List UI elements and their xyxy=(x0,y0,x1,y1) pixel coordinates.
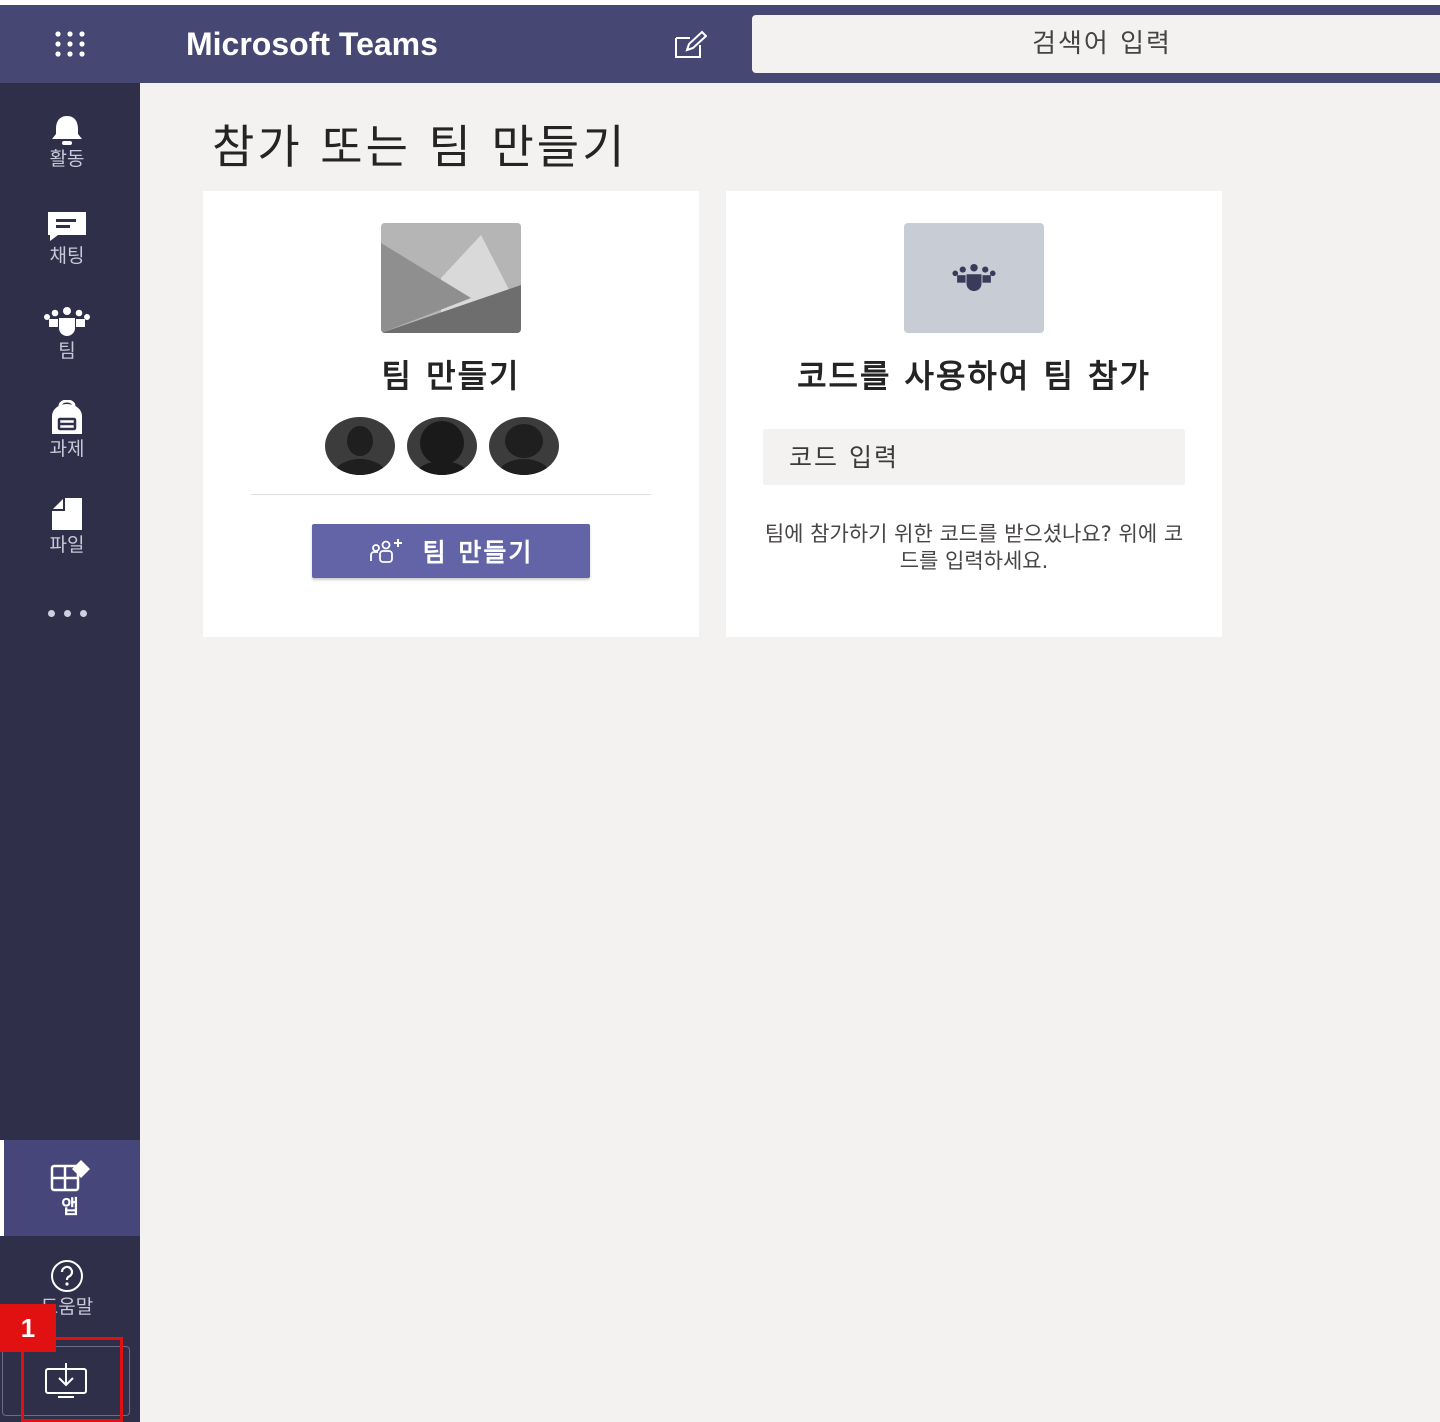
person-icon xyxy=(334,426,386,475)
person-icon xyxy=(498,424,550,475)
dot xyxy=(63,609,71,617)
create-team-button[interactable]: 팀 만들기 xyxy=(312,524,590,578)
avatar xyxy=(407,417,477,475)
team-image-placeholder xyxy=(381,223,521,333)
create-team-heading: 팀 만들기 xyxy=(381,357,521,395)
download-desktop-app-button[interactable] xyxy=(2,1346,130,1416)
bell-icon xyxy=(52,116,82,145)
avatar xyxy=(325,417,395,475)
annotation-badge: 1 xyxy=(0,1304,56,1352)
rail-item-teams[interactable]: 팀 xyxy=(0,289,134,379)
help-icon xyxy=(51,1260,83,1292)
app-launcher-button[interactable] xyxy=(0,5,140,83)
new-chat-button[interactable] xyxy=(668,25,712,65)
main-content: 참가 또는 팀 만들기 팀 만들기 팀 만들기 코드를 사용하여 팀 참가 코드… xyxy=(140,83,1440,1422)
title-bar: Microsoft Teams xyxy=(0,5,1440,83)
rail-item-label: 팀 xyxy=(58,340,76,362)
teams-icon xyxy=(44,307,90,336)
more-apps-button[interactable] xyxy=(0,593,134,633)
backpack-icon xyxy=(52,400,82,434)
avatar-group xyxy=(325,417,577,475)
rail-item-files[interactable]: 파일 xyxy=(0,481,134,571)
rail-item-label: 과제 xyxy=(49,438,85,460)
create-team-card: 팀 만들기 팀 만들기 xyxy=(203,191,699,637)
rail-item-apps[interactable]: 앱 xyxy=(0,1140,140,1236)
rail-item-label: 채팅 xyxy=(49,245,85,267)
rail-item-label: 앱 xyxy=(61,1196,79,1218)
join-help-text: 팀에 참가하기 위한 코드를 받으셨나요? 위에 코드를 입력하세요. xyxy=(764,522,1184,573)
file-icon xyxy=(52,498,82,530)
page-title: 참가 또는 팀 만들기 xyxy=(212,120,628,174)
join-team-image xyxy=(904,223,1044,333)
join-team-heading: 코드를 사용하여 팀 참가 xyxy=(797,357,1151,395)
person-icon xyxy=(416,421,468,475)
rail-item-activity[interactable]: 활동 xyxy=(0,97,134,187)
avatar xyxy=(489,417,559,475)
dot xyxy=(79,609,87,617)
rail-item-label: 활동 xyxy=(49,148,85,170)
divider xyxy=(251,494,651,495)
app-bar: 활동 채팅 팀 과제 파일 앱 도움말 xyxy=(0,83,140,1422)
image-icon xyxy=(381,223,521,333)
chat-icon xyxy=(48,212,86,241)
download-icon xyxy=(45,1363,87,1398)
rail-item-assignments[interactable]: 과제 xyxy=(0,385,134,475)
rail-item-label: 파일 xyxy=(49,534,85,556)
rail-item-chat[interactable]: 채팅 xyxy=(0,193,134,283)
join-team-card: 코드를 사용하여 팀 참가 팀에 참가하기 위한 코드를 받으셨나요? 위에 코… xyxy=(726,191,1222,637)
teams-icon xyxy=(952,263,996,292)
search-input[interactable] xyxy=(752,15,1440,73)
compose-icon xyxy=(675,30,707,58)
waffle-icon xyxy=(55,31,85,57)
create-team-button-label: 팀 만들기 xyxy=(422,538,534,567)
app-title: Microsoft Teams xyxy=(186,26,438,62)
dot xyxy=(47,609,55,617)
add-team-icon xyxy=(369,539,402,563)
apps-icon xyxy=(50,1160,90,1192)
team-code-input[interactable] xyxy=(763,429,1185,485)
